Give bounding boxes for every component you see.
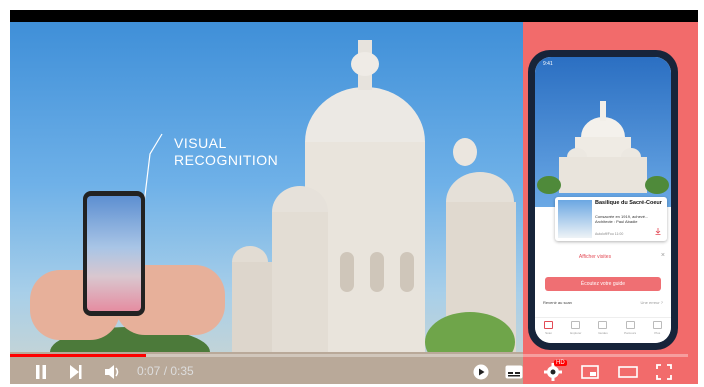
skip-next-icon: [70, 365, 82, 379]
bottom-sheet: Afficher visites × Écoutez votre guide R…: [535, 247, 671, 343]
subtitles-icon: [505, 365, 523, 379]
tab-plus[interactable]: Plus: [648, 321, 666, 335]
landmark-card[interactable]: Basilique du Sacré-Coeur Consacrée en 19…: [555, 197, 667, 241]
landmark-description: Consacrée en 1919, achevé... Architecte …: [595, 214, 649, 224]
miniplayer-icon: [581, 365, 599, 379]
progress-played: [10, 354, 146, 357]
play-circle-icon: [473, 364, 489, 380]
grid-icon: [652, 321, 662, 329]
theater-mode-button[interactable]: [616, 360, 640, 384]
back-to-scan-link[interactable]: Revenir au scan: [543, 300, 572, 305]
landmark-title: Basilique du Sacré-Coeur: [595, 200, 662, 206]
settings-button[interactable]: HD: [540, 360, 567, 384]
caption-line: RECOGNITION: [174, 152, 279, 168]
progress-bar[interactable]: [10, 354, 688, 357]
caption-line: VISUAL: [174, 135, 227, 151]
tab-parcours[interactable]: Parcours: [621, 321, 639, 335]
letterbox-top: [10, 10, 698, 22]
listen-guide-button[interactable]: Écoutez votre guide: [545, 277, 661, 291]
miniplayer-button[interactable]: [578, 360, 602, 384]
tab-explorer[interactable]: Explorer: [567, 321, 585, 335]
volume-icon: [105, 365, 119, 379]
volume-button[interactable]: [102, 360, 126, 384]
tab-label: Explorer: [570, 331, 582, 335]
tab-guides[interactable]: Guides: [594, 321, 612, 335]
tab-label: Scan: [545, 331, 553, 335]
download-icon: [655, 228, 661, 235]
app-photo: 9:41: [535, 57, 671, 207]
player-controls: 0:07 / 0:35 HD: [10, 360, 698, 384]
autoplay-toggle[interactable]: [468, 360, 494, 384]
subtitles-button[interactable]: [502, 360, 526, 384]
route-icon: [625, 321, 635, 329]
theater-icon: [618, 366, 638, 378]
tab-label: Guides: [598, 331, 608, 335]
close-icon[interactable]: ×: [661, 252, 665, 259]
video-player[interactable]: VISUAL RECOGNITION 9:41 Basilique du Sac…: [10, 10, 698, 384]
time-display: 0:07 / 0:35: [137, 364, 194, 378]
headphones-icon: [598, 321, 608, 329]
pause-icon: [36, 365, 46, 379]
report-error-link[interactable]: Une erreur ?: [641, 300, 663, 305]
fullscreen-button[interactable]: [652, 360, 676, 384]
download-icon[interactable]: [655, 228, 661, 237]
tab-bar: Scan Explorer Guides Parcours Plus: [535, 317, 671, 338]
app-screen: 9:41 Basilique du Sacré-Coeur Consacrée …: [535, 57, 671, 343]
landmark-thumbnail: [558, 200, 592, 238]
fullscreen-icon: [656, 364, 672, 380]
scan-icon: [544, 321, 554, 329]
sheet-title: Afficher visites: [578, 254, 612, 260]
basilica-photo: [537, 101, 669, 194]
caption: VISUAL RECOGNITION: [174, 135, 278, 169]
landmark-meta: Autoloff/Fou 11:00: [595, 232, 624, 236]
status-time: 9:41: [543, 61, 553, 67]
tab-scan[interactable]: Scan: [540, 321, 558, 335]
video-frame: VISUAL RECOGNITION 9:41 Basilique du Sac…: [0, 0, 704, 387]
next-button[interactable]: [65, 360, 87, 384]
handheld-phone-screen: [87, 196, 141, 311]
tab-label: Plus: [654, 331, 661, 335]
tab-label: Parcours: [624, 331, 637, 335]
hd-badge: HD: [554, 360, 567, 366]
pause-button[interactable]: [30, 360, 52, 384]
map-icon: [571, 321, 581, 329]
